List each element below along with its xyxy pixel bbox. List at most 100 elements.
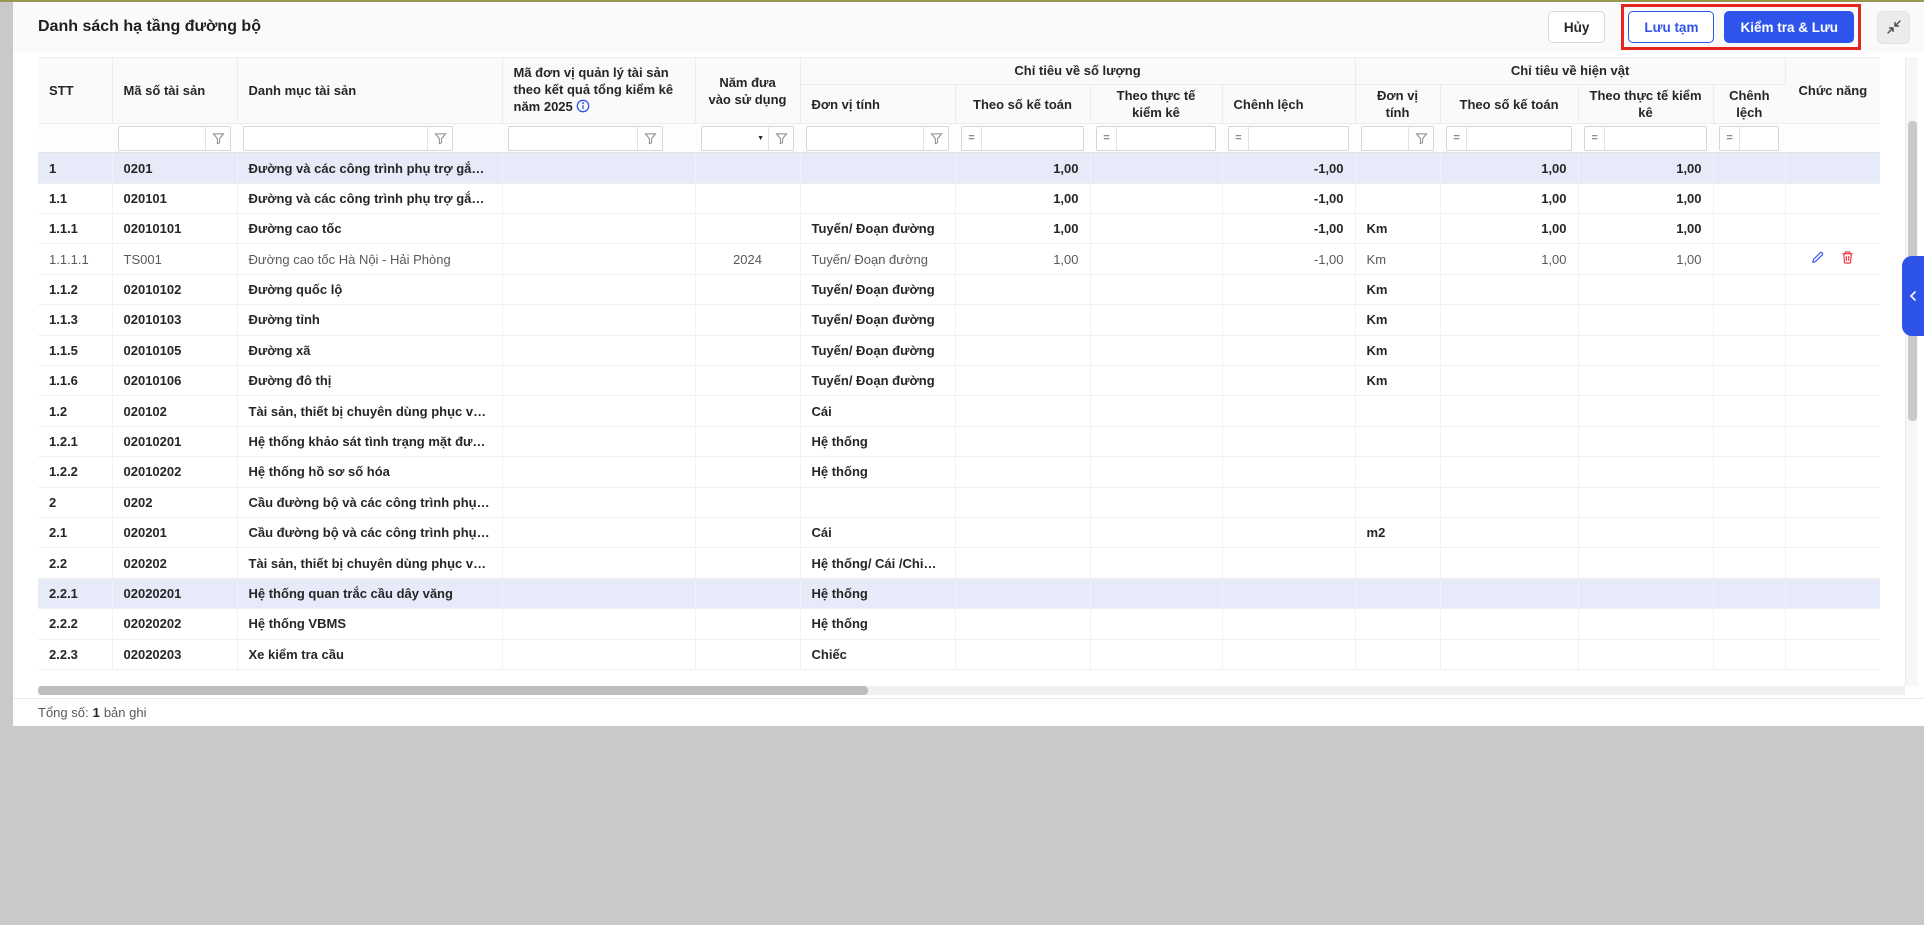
table-row[interactable]: 1.1.102010101Đường cao tốcTuyến/ Đoạn đư… — [38, 214, 1880, 244]
table-row[interactable]: 1.2020102Tài sản, thiết bị chuyên dùng p… — [38, 396, 1880, 426]
cell — [1440, 548, 1578, 578]
cell: Cái — [800, 518, 955, 548]
column-filter-year: ▼ — [701, 126, 794, 151]
cell: 2.2 — [38, 548, 112, 578]
filter-cell — [112, 124, 237, 153]
caret-down-icon[interactable]: ▼ — [753, 135, 768, 142]
filter-funnel-icon[interactable] — [924, 127, 948, 150]
cell — [1222, 578, 1355, 608]
col-header-book-qty: Theo số kế toán — [955, 85, 1090, 124]
cell — [800, 487, 955, 517]
total-unit: bản ghi — [104, 705, 147, 720]
cell: 1,00 — [1578, 214, 1713, 244]
cancel-button[interactable]: Hủy — [1548, 11, 1606, 43]
edit-row-icon[interactable] — [1810, 250, 1825, 265]
cell: -1,00 — [1222, 214, 1355, 244]
equals-filter-icon: = — [1447, 127, 1467, 150]
side-panel-toggle[interactable] — [1902, 256, 1924, 336]
cell — [502, 183, 695, 213]
filter-input[interactable] — [1249, 127, 1348, 150]
cell: 2.2.2 — [38, 609, 112, 639]
filter-cell: = — [1713, 124, 1785, 153]
table-row[interactable]: 1.1.1.1TS001Đường cao tốc Hà Nội - Hải P… — [38, 244, 1880, 274]
table-row[interactable]: 2.2.102020201Hệ thống quan trắc cầu dây … — [38, 578, 1880, 608]
table-row[interactable]: 2.2.202020202Hệ thống VBMSHệ thống — [38, 609, 1880, 639]
row-actions-cell — [1785, 548, 1880, 578]
annotation-highlight-box: Lưu tạm Kiểm tra & Lưu — [1621, 4, 1861, 50]
cell: 1.1.1 — [38, 214, 112, 244]
filter-funnel-icon[interactable] — [769, 127, 793, 150]
cell: 1,00 — [1578, 183, 1713, 213]
cell — [1440, 426, 1578, 456]
cell — [1090, 518, 1222, 548]
cell: Cầu đường bộ và các công trình phụ t… — [237, 487, 502, 517]
col-header-asset-code: Mã số tài sản — [112, 58, 237, 124]
filter-row: ▼ = = = = = = — [38, 124, 1880, 153]
filter-cell: = — [1578, 124, 1713, 153]
cell — [1713, 609, 1785, 639]
cell: 02010202 — [112, 457, 237, 487]
cell — [800, 153, 955, 183]
table-row[interactable]: 10201Đường và các công trình phụ trợ gắn… — [38, 153, 1880, 183]
info-circle-icon[interactable] — [576, 99, 590, 117]
cell: -1,00 — [1222, 153, 1355, 183]
vertical-scrollbar[interactable] — [1905, 57, 1918, 686]
save-draft-button[interactable]: Lưu tạm — [1628, 11, 1714, 43]
table-row[interactable]: 1.1.602010106Đường đô thịTuyến/ Đoạn đườ… — [38, 366, 1880, 396]
filter-input[interactable] — [1467, 127, 1571, 150]
cell — [955, 457, 1090, 487]
table-row[interactable]: 1.1.202010102Đường quốc lộTuyến/ Đoạn đư… — [38, 274, 1880, 304]
cell: 02010106 — [112, 366, 237, 396]
collapse-diagonal-arrows-icon — [1886, 19, 1902, 35]
filter-input[interactable] — [1362, 127, 1408, 150]
road-infrastructure-panel: Danh sách hạ tầng đường bộ Hủy Lưu tạm K… — [13, 2, 1924, 726]
row-actions-cell — [1785, 639, 1880, 669]
filter-funnel-icon[interactable] — [1409, 127, 1433, 150]
cell — [695, 639, 800, 669]
table-row[interactable]: 1.1020101Đường và các công trình phụ trợ… — [38, 183, 1880, 213]
filter-input[interactable] — [509, 127, 637, 150]
cell: 2.1 — [38, 518, 112, 548]
filter-input[interactable] — [1605, 127, 1706, 150]
cell — [955, 578, 1090, 608]
table-row[interactable]: 1.2.102010201Hệ thống khảo sát tình trạn… — [38, 426, 1880, 456]
filter-input[interactable] — [702, 127, 753, 150]
cell: Hệ thống khảo sát tình trạng mặt đườ… — [237, 426, 502, 456]
filter-input[interactable] — [244, 127, 427, 150]
filter-funnel-icon[interactable] — [206, 127, 230, 150]
horizontal-scrollbar[interactable] — [38, 686, 1905, 695]
cell — [1090, 548, 1222, 578]
filter-input[interactable] — [1117, 127, 1215, 150]
cell: 1,00 — [1440, 214, 1578, 244]
delete-row-icon[interactable] — [1840, 250, 1855, 265]
cell — [1440, 639, 1578, 669]
table-row[interactable]: 1.1.302010103Đường tỉnhTuyến/ Đoạn đường… — [38, 305, 1880, 335]
col-header-diff-physical: Chênh lệch — [1713, 85, 1785, 124]
check-and-save-button[interactable]: Kiểm tra & Lưu — [1724, 11, 1854, 43]
cell: 1.1.2 — [38, 274, 112, 304]
table-row[interactable]: 2.2.302020203Xe kiểm tra cầuChiếc — [38, 639, 1880, 669]
cell — [695, 153, 800, 183]
cell: 02010201 — [112, 426, 237, 456]
horizontal-scrollbar-thumb[interactable] — [38, 686, 868, 695]
cell: Xe kiểm tra cầu — [237, 639, 502, 669]
table-row[interactable]: 2.2020202Tài sản, thiết bị chuyên dùng p… — [38, 548, 1880, 578]
table-row[interactable]: 1.1.502010105Đường xãTuyến/ Đoạn đườngKm — [38, 335, 1880, 365]
cell — [955, 518, 1090, 548]
cell — [955, 487, 1090, 517]
filter-funnel-icon[interactable] — [428, 127, 452, 150]
table-row[interactable]: 20202Cầu đường bộ và các công trình phụ … — [38, 487, 1880, 517]
cell — [1578, 366, 1713, 396]
filter-input[interactable] — [1740, 127, 1778, 150]
table-row[interactable]: 2.1020201Cầu đường bộ và các công trình … — [38, 518, 1880, 548]
row-actions-cell — [1785, 457, 1880, 487]
table-row[interactable]: 1.2.202010202Hệ thống hồ sơ số hóaHệ thố… — [38, 457, 1880, 487]
filter-funnel-icon[interactable] — [638, 127, 662, 150]
filter-input[interactable] — [807, 127, 923, 150]
cell — [1355, 548, 1440, 578]
cell — [1713, 548, 1785, 578]
cell — [1440, 396, 1578, 426]
collapse-button[interactable] — [1877, 11, 1910, 44]
filter-input[interactable] — [119, 127, 205, 150]
filter-input[interactable] — [982, 127, 1083, 150]
